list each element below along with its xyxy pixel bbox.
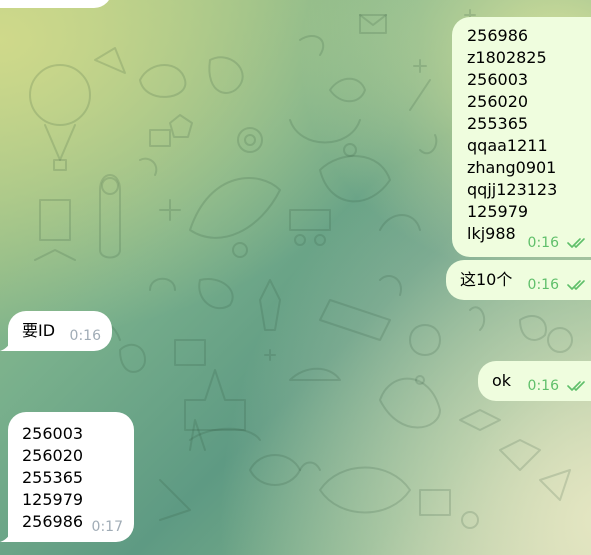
message-meta: 0:16: [528, 276, 589, 294]
message-line: qqjj123123: [467, 180, 558, 199]
message-line: 256020: [467, 92, 529, 111]
message-bubble-outgoing[interactable]: 这10个 0:16: [446, 260, 591, 300]
message-line: 256986: [467, 26, 529, 45]
message-line: 125979: [467, 202, 529, 221]
message-line: qqaa1211: [467, 136, 548, 155]
message-line: 256020: [22, 446, 84, 465]
double-check-icon: [567, 381, 585, 391]
message-time: 0:16: [527, 378, 559, 394]
message-meta: 0:16: [528, 377, 589, 395]
message-bubble-incoming[interactable]: 要ID 0:16: [8, 311, 112, 351]
message-bubble-incoming[interactable]: 256003 256020 255365 125979 256986 0:17: [8, 412, 134, 542]
double-check-icon: [567, 238, 585, 248]
message-line: z1802825: [467, 48, 547, 67]
double-check-icon: [567, 280, 585, 290]
message-time: 0:16: [69, 328, 101, 344]
message-bubble-outgoing[interactable]: ok 0:16: [478, 361, 591, 401]
message-text: 256003 256020 255365 125979 256986: [22, 423, 134, 533]
message-text: 256986 z1802825 256003 256020 255365 qqa…: [467, 25, 591, 245]
message-time: 0:16: [527, 235, 559, 251]
message-line: 125979: [22, 490, 84, 509]
message-line: zhang0901: [467, 158, 557, 177]
message-meta: 0:16: [70, 327, 101, 345]
message-meta: 0:16: [528, 234, 589, 252]
message-bubble-incoming[interactable]: [0, 0, 112, 8]
message-line: 256003: [22, 424, 84, 443]
message-line: 256003: [467, 70, 529, 89]
message-meta: 0:17: [92, 518, 123, 536]
message-line: 255365: [22, 468, 84, 487]
bubble-tail: [0, 337, 12, 351]
message-time: 0:17: [91, 519, 123, 535]
message-line: 255365: [467, 114, 529, 133]
message-bubble-outgoing[interactable]: 256986 z1802825 256003 256020 255365 qqa…: [452, 17, 591, 257]
bubble-tail: [0, 528, 12, 542]
message-time: 0:16: [527, 277, 559, 293]
